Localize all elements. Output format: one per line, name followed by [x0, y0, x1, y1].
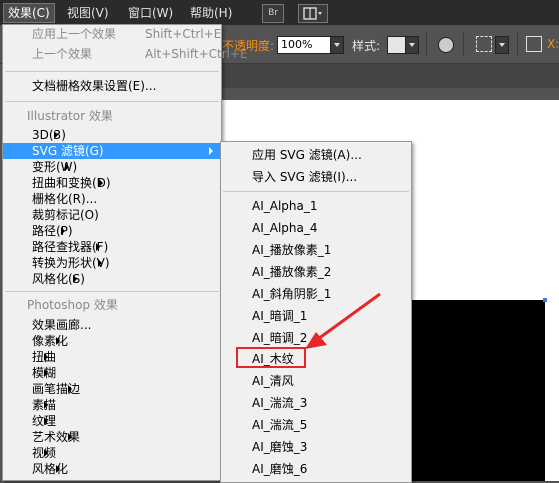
annotation-arrow [305, 292, 381, 349]
